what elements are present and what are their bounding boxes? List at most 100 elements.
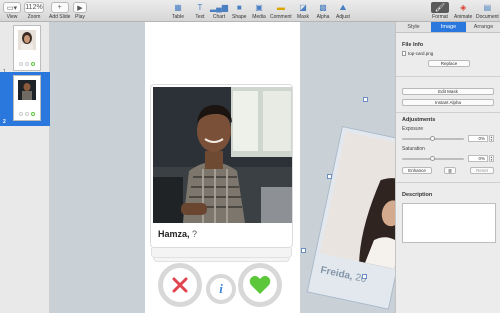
file-icon <box>402 51 406 56</box>
insert-text-button[interactable]: T Text <box>193 2 207 20</box>
profile-name: Hamza, ? <box>158 229 197 239</box>
format-label: Format <box>432 14 448 20</box>
animate-icon: ◈ <box>460 3 467 12</box>
reset-button[interactable]: Reset <box>470 167 494 174</box>
alpha-icon: ▩ <box>319 3 327 12</box>
insert-comment-button[interactable]: ▬ Comment <box>270 2 292 20</box>
play-icon: ▶ <box>73 2 87 13</box>
add-slide-button[interactable]: + Add Slide <box>49 2 70 20</box>
insert-table-label: Table <box>172 14 184 20</box>
alpha-label: Alpha <box>316 14 330 20</box>
adjust-button[interactable]: ⛰ Adjust <box>336 2 350 21</box>
selection-handle[interactable] <box>363 97 368 102</box>
document-label: Document <box>476 14 499 20</box>
view-label: View <box>6 14 18 20</box>
description-field[interactable] <box>402 203 496 243</box>
card-stack: Hamza, ? <box>150 84 293 262</box>
selection-handle[interactable] <box>327 174 332 179</box>
chart-icon: ▂▄▆ <box>210 3 228 12</box>
selection-handle[interactable] <box>301 248 306 253</box>
insert-text-label: Text <box>195 14 205 20</box>
levels-button[interactable]: ▥ <box>444 167 456 174</box>
tab-image[interactable]: Image <box>431 22 466 32</box>
view-menu[interactable]: ▭▾ View <box>3 2 21 20</box>
tab-arrange[interactable]: Arrange <box>466 22 500 32</box>
divider <box>396 182 500 183</box>
edit-mask-button[interactable]: Edit Mask <box>402 88 494 95</box>
slide-1-photo <box>18 30 36 50</box>
slide-navigator: 1 2 <box>0 22 50 313</box>
slide-2-photo <box>18 80 36 100</box>
slide-thumbnail-1[interactable]: 1 <box>0 22 50 76</box>
slide-2-buttons <box>19 112 35 116</box>
document-button[interactable]: ▤ Document <box>476 2 499 20</box>
plus-icon: + <box>50 2 69 13</box>
dragged-card[interactable]: Freida, 20 <box>306 126 395 310</box>
exposure-value[interactable]: 0% <box>468 135 488 142</box>
slide-thumbnail-2[interactable]: 2 <box>0 72 50 126</box>
profile-photo <box>153 87 292 223</box>
play-button[interactable]: ▶ Play <box>73 2 87 20</box>
adjust-icon: ⛰ <box>339 2 347 12</box>
dragged-card-photo <box>320 131 395 270</box>
action-bar: i <box>158 257 288 307</box>
exposure-slider[interactable] <box>402 136 464 141</box>
like-button[interactable] <box>238 263 282 307</box>
profile-name-text: Hamza, <box>158 229 190 239</box>
description-title: Description <box>402 192 433 198</box>
animate-button[interactable]: ◈ Animate <box>454 2 472 20</box>
media-icon: ▣ <box>255 3 263 12</box>
exposure-slider-knob[interactable] <box>430 136 435 141</box>
exposure-label: Exposure <box>402 126 424 132</box>
add-slide-label: Add Slide <box>49 14 71 20</box>
zoom-menu[interactable]: 112% Zoom <box>24 2 44 20</box>
insert-media-label: Media <box>252 14 266 20</box>
zoom-value: 112% <box>24 2 44 13</box>
levels-icon: ▥ <box>448 168 452 173</box>
adjust-label: Adjust <box>336 14 350 20</box>
saturation-value[interactable]: 0% <box>468 155 488 162</box>
replace-button[interactable]: Replace <box>428 60 470 67</box>
saturation-stepper[interactable]: ▲ ▼ <box>489 155 494 162</box>
info-button[interactable]: i <box>206 274 236 304</box>
slide-1-buttons <box>19 62 35 66</box>
enhance-button[interactable]: Enhance <box>402 167 432 174</box>
table-icon: ▦ <box>174 3 182 12</box>
slide-1-preview <box>13 25 41 71</box>
insert-shape-button[interactable]: ■ Shape <box>232 2 246 20</box>
play-label: Play <box>75 14 85 20</box>
inspector-tabs: Style Image Arrange <box>396 22 500 33</box>
slide-number-2: 2 <box>3 119 6 125</box>
slide: Hamza, ? i <box>145 22 300 313</box>
tab-style[interactable]: Style <box>396 22 431 32</box>
view-icon: ▭▾ <box>3 2 21 13</box>
saturation-slider-knob[interactable] <box>430 156 435 161</box>
file-row: top-card.png <box>402 51 433 56</box>
zoom-label: Zoom <box>27 14 41 20</box>
exposure-stepper[interactable]: ▲ ▼ <box>489 135 494 142</box>
info-icon: i <box>219 281 223 296</box>
comment-icon: ▬ <box>276 3 285 12</box>
insert-media-button[interactable]: ▣ Media <box>252 2 266 20</box>
insert-shape-label: Shape <box>232 14 247 20</box>
heart-icon <box>249 275 271 294</box>
insert-chart-button[interactable]: ▂▄▆ Chart <box>210 2 228 20</box>
dragged-card-name: Freida, 20 <box>319 265 367 285</box>
animate-label: Animate <box>454 14 473 20</box>
mask-label: Mask <box>297 14 309 20</box>
alpha-button[interactable]: ▩ Alpha <box>316 2 330 20</box>
format-button[interactable]: 🖌 Format <box>431 2 449 20</box>
saturation-slider[interactable] <box>402 156 464 161</box>
mask-button[interactable]: ◪ Mask <box>296 2 310 20</box>
insert-table-button[interactable]: ▦ Table <box>171 2 185 20</box>
instant-alpha-button[interactable]: Instant Alpha <box>402 99 494 106</box>
selection-handle[interactable] <box>362 274 367 279</box>
reject-button[interactable] <box>158 263 202 307</box>
format-inspector: Style Image Arrange File Info top-card.p… <box>395 22 500 313</box>
text-icon: T <box>197 3 203 12</box>
file-info-title: File Info <box>402 42 424 48</box>
slide-canvas[interactable]: Hamza, ? i Freida, 20 <box>50 22 395 313</box>
saturation-label: Saturation <box>402 146 425 152</box>
profile-card[interactable]: Hamza, ? <box>150 84 293 248</box>
profile-age: ? <box>192 229 198 239</box>
